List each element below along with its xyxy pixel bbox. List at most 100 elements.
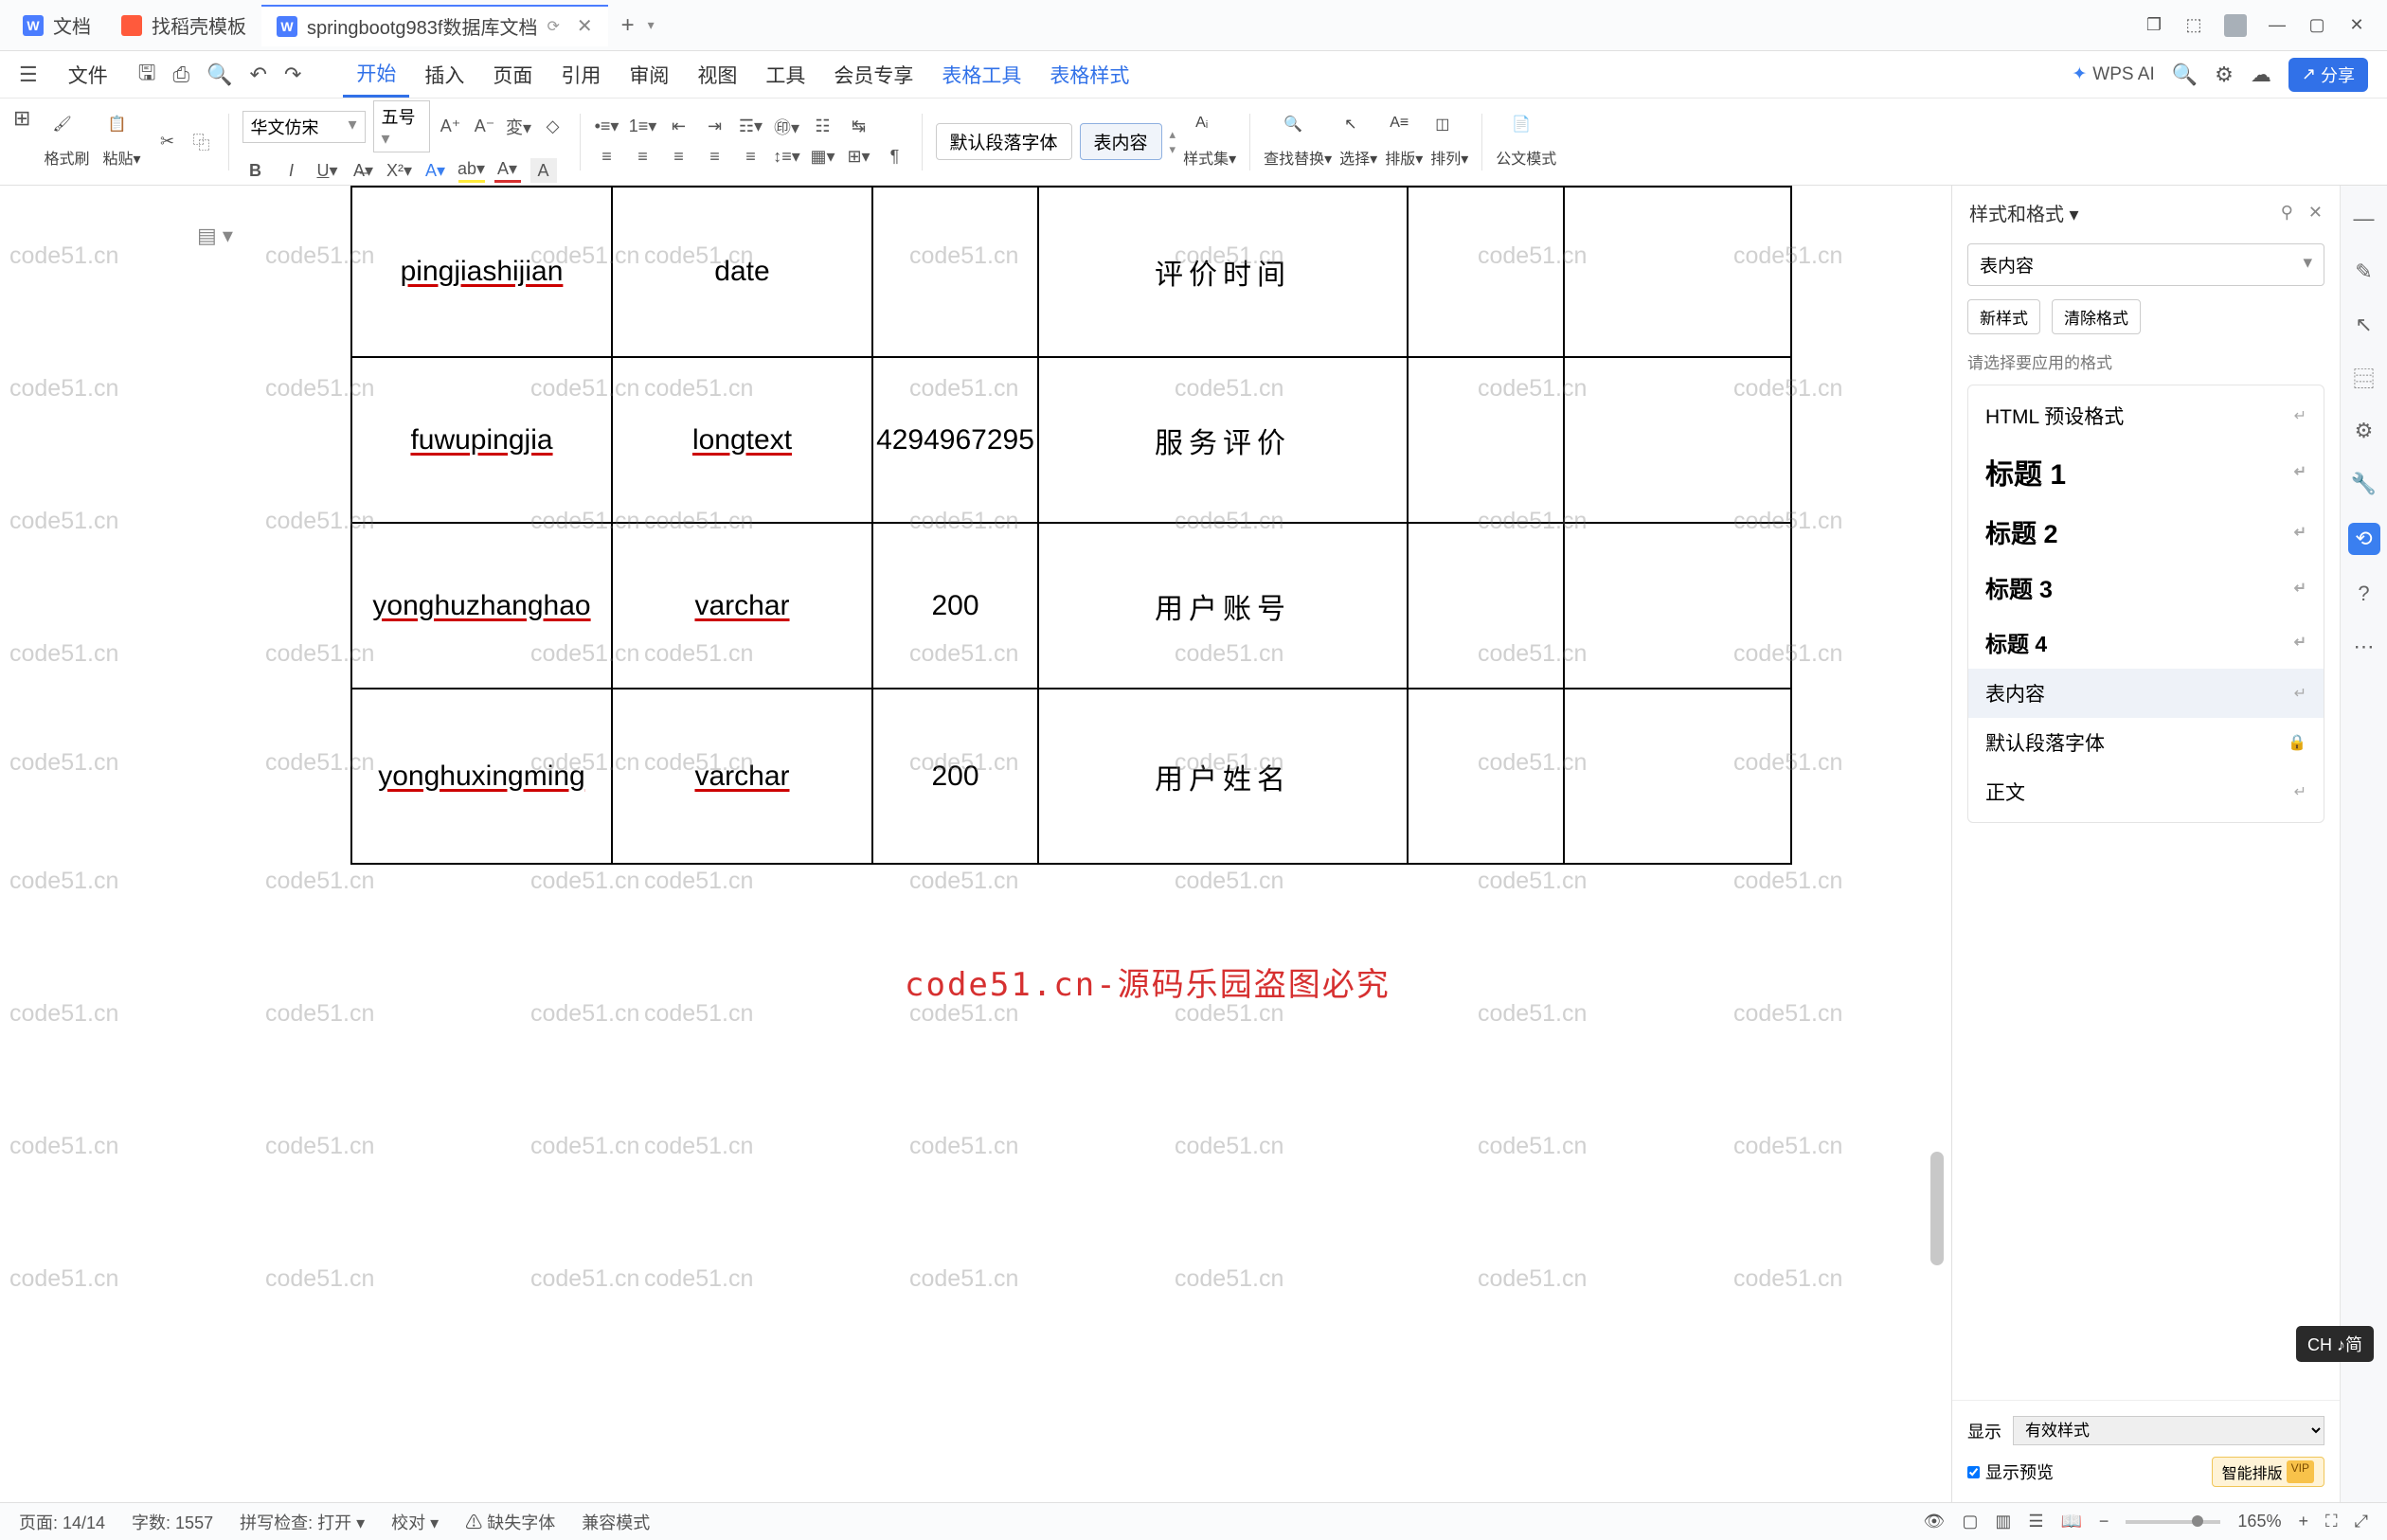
char-scale-icon[interactable]: ☶▾ bbox=[738, 115, 764, 139]
table-cell[interactable]: 服务评价 bbox=[1038, 357, 1408, 523]
tab-templates[interactable]: 找稻壳模板 bbox=[106, 5, 261, 46]
menu-table-tools[interactable]: 表格工具 bbox=[928, 53, 1034, 97]
table-cell[interactable]: 评价时间 bbox=[1038, 187, 1408, 357]
table-cell[interactable] bbox=[1408, 689, 1564, 864]
table-cell[interactable] bbox=[1408, 187, 1564, 357]
print-icon[interactable]: ⎙ bbox=[172, 63, 189, 87]
menu-insert[interactable]: 插入 bbox=[411, 53, 477, 97]
menu-icon[interactable]: ☰ bbox=[19, 63, 38, 87]
menu-start[interactable]: 开始 bbox=[343, 51, 409, 98]
italic-icon[interactable]: I bbox=[278, 158, 305, 183]
table-content-style[interactable]: 表内容 bbox=[1080, 123, 1162, 160]
more-icon[interactable]: ⋯ bbox=[2350, 633, 2378, 661]
smart-layout-button[interactable]: 智能排版 VIP bbox=[2212, 1457, 2324, 1487]
table-cell[interactable] bbox=[1408, 357, 1564, 523]
style-item-body[interactable]: 正文↵ bbox=[1968, 767, 2324, 816]
help-icon[interactable]: ? bbox=[2350, 580, 2378, 608]
zoom-in-icon[interactable]: + bbox=[2298, 1512, 2308, 1531]
text-effect-icon[interactable]: A▾ bbox=[422, 158, 449, 183]
table-cell[interactable]: varchar bbox=[612, 523, 872, 689]
style-prev-icon[interactable]: ▴ bbox=[1170, 127, 1176, 142]
highlight-icon[interactable]: ab▾ bbox=[458, 158, 485, 183]
collapse-icon[interactable]: ― bbox=[2350, 205, 2378, 233]
new-style-button[interactable]: 新样式 bbox=[1967, 299, 2040, 334]
style-item-h3[interactable]: 标题 3↵ bbox=[1968, 561, 2324, 616]
show-filter-select[interactable]: 有效样式 bbox=[2013, 1416, 2324, 1445]
increase-font-icon[interactable]: A⁺ bbox=[438, 115, 464, 139]
sort-button[interactable]: A≡ 排版▾ bbox=[1385, 115, 1423, 169]
align-left-icon[interactable]: ≡ bbox=[594, 145, 620, 170]
table-cell[interactable] bbox=[1564, 187, 1791, 357]
find-replace-button[interactable]: 🔍 查找替换▾ bbox=[1264, 115, 1332, 169]
table-cell[interactable]: yonghuxingming bbox=[351, 689, 612, 864]
document-area[interactable]: ▤ ▾ pingjiashijian date 评价时间 fuwupingjia… bbox=[0, 186, 1951, 1502]
clear-format-icon[interactable]: ◇ bbox=[540, 115, 566, 139]
paragraph-mark-icon[interactable]: ¶ bbox=[882, 145, 908, 170]
page-layout-icon[interactable]: ▤ ▾ bbox=[197, 224, 233, 248]
font-size-select[interactable]: 五号 ▾ bbox=[373, 100, 430, 152]
minimize-icon[interactable]: ― bbox=[2268, 16, 2287, 35]
copy-icon[interactable]: ⿻ bbox=[188, 130, 215, 154]
menu-table-style[interactable]: 表格样式 bbox=[1036, 53, 1142, 97]
settings-icon[interactable]: ⚙ bbox=[2215, 63, 2234, 87]
ime-badge[interactable]: CH ♪简 bbox=[2296, 1326, 2374, 1362]
number-list-icon[interactable]: 1≡▾ bbox=[630, 115, 656, 139]
table-cell[interactable]: fuwupingjia bbox=[351, 357, 612, 523]
cursor-icon[interactable]: ↖ bbox=[2350, 311, 2378, 339]
arrange-button[interactable]: ◫ 排列▾ bbox=[1430, 115, 1468, 169]
font-bg-icon[interactable]: A bbox=[530, 158, 557, 183]
new-tab-button[interactable]: + bbox=[608, 12, 648, 39]
bullet-list-icon[interactable]: •≡▾ bbox=[594, 115, 620, 139]
cloud-icon[interactable]: ☁ bbox=[2251, 63, 2271, 87]
decrease-font-icon[interactable]: A⁻ bbox=[472, 115, 498, 139]
menu-page[interactable]: 页面 bbox=[479, 53, 546, 97]
view-outline-icon[interactable]: ☰ bbox=[2028, 1512, 2043, 1531]
font-name-select[interactable]: 华文仿宋 ▾ bbox=[242, 111, 366, 143]
style-item-html[interactable]: HTML 预设格式↵ bbox=[1968, 391, 2324, 440]
undo-icon[interactable]: ↶ bbox=[250, 63, 267, 87]
font-color-icon[interactable]: A▾ bbox=[494, 158, 521, 183]
table-cell[interactable]: 用户姓名 bbox=[1038, 689, 1408, 864]
zoom-slider[interactable] bbox=[2126, 1520, 2220, 1524]
expand-ribbon-icon[interactable]: ⊞ bbox=[13, 106, 30, 131]
style-item-h4[interactable]: 标题 4↵ bbox=[1968, 616, 2324, 669]
table-cell[interactable] bbox=[1408, 523, 1564, 689]
outdent-icon[interactable]: ⇤ bbox=[666, 115, 692, 139]
style-item-h2[interactable]: 标题 2↵ bbox=[1968, 503, 2324, 561]
fullscreen-icon[interactable]: ⤢ bbox=[2355, 1512, 2368, 1531]
table-cell[interactable]: 200 bbox=[872, 689, 1038, 864]
style-item-table-content[interactable]: 表内容↵ bbox=[1968, 669, 2324, 718]
table-cell[interactable] bbox=[872, 187, 1038, 357]
phonetic-icon[interactable]: 変▾ bbox=[506, 115, 532, 139]
table-cell[interactable] bbox=[1564, 357, 1791, 523]
close-icon[interactable]: ✕ bbox=[2347, 16, 2366, 35]
status-compat[interactable]: 兼容模式 bbox=[582, 1510, 650, 1534]
tab-stop-icon[interactable]: ↹ bbox=[846, 115, 872, 139]
tab-list-dropdown[interactable]: ▾ bbox=[648, 17, 655, 33]
strikethrough-icon[interactable]: A̶▾ bbox=[350, 158, 377, 183]
select-button[interactable]: ↖ 选择▾ bbox=[1339, 115, 1377, 169]
zoom-out-icon[interactable]: − bbox=[2099, 1512, 2109, 1531]
view-web-icon[interactable]: ▥ bbox=[1995, 1512, 2011, 1531]
user-avatar[interactable] bbox=[2224, 14, 2247, 37]
style-item-default-para[interactable]: 默认段落字体🔒 bbox=[1968, 718, 2324, 767]
table-cell[interactable]: pingjiashijian bbox=[351, 187, 612, 357]
table-cell[interactable]: yonghuzhanghao bbox=[351, 523, 612, 689]
current-style-select[interactable]: 表内容 ▾ bbox=[1967, 243, 2324, 286]
table-cell[interactable]: 用户账号 bbox=[1038, 523, 1408, 689]
table-cell[interactable] bbox=[1564, 523, 1791, 689]
status-page[interactable]: 页面: 14/14 bbox=[19, 1510, 105, 1534]
align-center-icon[interactable]: ≡ bbox=[630, 145, 656, 170]
indent-icon[interactable]: ⇥ bbox=[702, 115, 728, 139]
save-icon[interactable]: 🖫 bbox=[138, 57, 156, 93]
line-spacing-icon[interactable]: ↕≡▾ bbox=[774, 145, 800, 170]
share-button[interactable]: ↗ 分享 bbox=[2288, 58, 2368, 92]
link-icon[interactable]: ⟲ bbox=[2348, 523, 2380, 555]
read-mode-icon[interactable]: 📖 bbox=[2060, 1512, 2081, 1531]
structure-icon[interactable]: ⚙ bbox=[2350, 417, 2378, 445]
menu-file[interactable]: 文件 bbox=[55, 53, 121, 97]
style-set-button[interactable]: Aᵢ 样式集▾ bbox=[1183, 115, 1236, 169]
table-cell[interactable]: date bbox=[612, 187, 872, 357]
menu-reference[interactable]: 引用 bbox=[547, 53, 614, 97]
align-distribute-icon[interactable]: ≡ bbox=[738, 145, 764, 170]
